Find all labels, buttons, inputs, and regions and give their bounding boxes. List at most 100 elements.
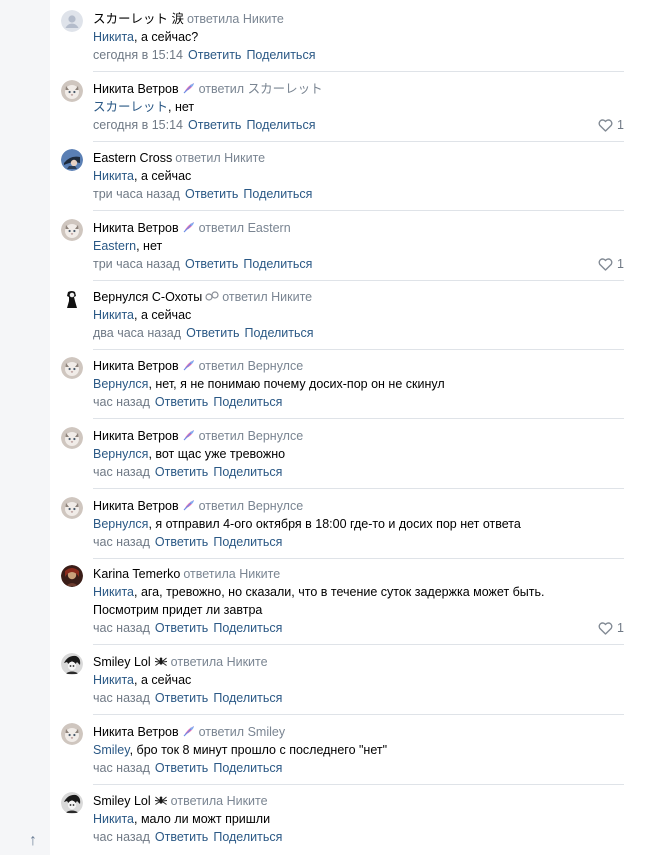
- reply-button[interactable]: Ответить: [186, 326, 239, 340]
- mention-link[interactable]: Никита: [93, 308, 134, 322]
- comment-timestamp[interactable]: три часа назад: [93, 187, 180, 201]
- mention-link[interactable]: Вернулся: [93, 517, 148, 531]
- share-button[interactable]: Поделиться: [213, 691, 282, 705]
- share-button[interactable]: Поделиться: [213, 395, 282, 409]
- comment-timestamp[interactable]: час назад: [93, 830, 150, 844]
- comment-meta: час назад Ответить Поделиться: [93, 759, 624, 777]
- comment-meta: час назад Ответить Поделиться: [93, 689, 624, 707]
- comment-author[interactable]: Никита Ветров: [93, 429, 179, 443]
- reply-target-link[interactable]: Никите: [243, 12, 284, 26]
- comment-author[interactable]: Karina Temerko: [93, 567, 180, 581]
- mention-link[interactable]: Никита: [93, 30, 134, 44]
- mention-link[interactable]: Вернулся: [93, 447, 148, 461]
- share-button[interactable]: Поделиться: [246, 48, 315, 62]
- reply-button[interactable]: Ответить: [185, 257, 238, 271]
- comment-author[interactable]: Вернулся С-Охоты: [93, 290, 202, 304]
- reply-button[interactable]: Ответить: [155, 830, 208, 844]
- comment-timestamp[interactable]: сегодня в 15:14: [93, 48, 183, 62]
- share-button[interactable]: Поделиться: [245, 326, 314, 340]
- comment-timestamp[interactable]: час назад: [93, 465, 150, 479]
- avatar-cat[interactable]: [61, 357, 83, 379]
- reply-target-link[interactable]: Никите: [224, 151, 265, 165]
- avatar-cat[interactable]: [61, 427, 83, 449]
- share-button[interactable]: Поделиться: [243, 257, 312, 271]
- reply-button[interactable]: Ответить: [188, 118, 241, 132]
- share-button[interactable]: Поделиться: [246, 118, 315, 132]
- comment-timestamp[interactable]: час назад: [93, 395, 150, 409]
- reply-action-label: ответил: [198, 221, 245, 235]
- comment-timestamp[interactable]: час назад: [93, 621, 150, 635]
- reply-button[interactable]: Ответить: [185, 187, 238, 201]
- mention-link[interactable]: Никита: [93, 585, 134, 599]
- share-button[interactable]: Поделиться: [213, 535, 282, 549]
- mention-link[interactable]: Никита: [93, 169, 134, 183]
- mention-link[interactable]: Smiley: [93, 743, 130, 757]
- comment-author[interactable]: スカーレット 涙: [93, 12, 184, 26]
- reply-target-link[interactable]: Вернулсе: [248, 499, 304, 513]
- comment-author[interactable]: Eastern Cross: [93, 151, 172, 165]
- reply-button[interactable]: Ответить: [155, 691, 208, 705]
- avatar-bw-figure[interactable]: [61, 288, 83, 310]
- comment-timestamp[interactable]: час назад: [93, 761, 150, 775]
- reply-target-link[interactable]: Smiley: [248, 725, 286, 739]
- avatar-anime-blue[interactable]: [61, 149, 83, 171]
- reply-action-label: ответил: [175, 151, 221, 165]
- comment-author[interactable]: Никита Ветров: [93, 499, 179, 513]
- reply-target-link[interactable]: Никите: [227, 655, 268, 669]
- mention-link[interactable]: スカーレット: [93, 100, 168, 114]
- avatar-cat[interactable]: [61, 497, 83, 519]
- avatar-dark-red[interactable]: [61, 565, 83, 587]
- share-button[interactable]: Поделиться: [243, 187, 312, 201]
- avatar-cat[interactable]: [61, 80, 83, 102]
- comment-author[interactable]: Никита Ветров: [93, 359, 179, 373]
- avatar-anime-bw[interactable]: [61, 792, 83, 814]
- avatar-anime-bw[interactable]: [61, 653, 83, 675]
- heart-icon: [598, 257, 617, 271]
- mention-link[interactable]: Eastern: [93, 239, 136, 253]
- mention-link[interactable]: Никита: [93, 673, 134, 687]
- like-button[interactable]: 1: [598, 619, 624, 637]
- reply-action-label: ответил: [198, 429, 245, 443]
- reply-target-link[interactable]: Вернулсе: [248, 429, 304, 443]
- reply-button[interactable]: Ответить: [155, 621, 208, 635]
- comment-meta: сегодня в 15:14 Ответить Поделиться: [93, 46, 624, 64]
- reply-button[interactable]: Ответить: [155, 395, 208, 409]
- comment-timestamp[interactable]: сегодня в 15:14: [93, 118, 183, 132]
- comment-author[interactable]: Smiley Lol: [93, 655, 151, 669]
- comment-author[interactable]: Никита Ветров: [93, 82, 179, 96]
- share-button[interactable]: Поделиться: [213, 465, 282, 479]
- feather-icon: [179, 359, 196, 373]
- reply-button[interactable]: Ответить: [188, 48, 241, 62]
- reply-target-link[interactable]: Никите: [271, 290, 312, 304]
- share-button[interactable]: Поделиться: [213, 621, 282, 635]
- like-button[interactable]: 1: [598, 255, 624, 273]
- reply-target-link[interactable]: Eastern: [248, 221, 291, 235]
- share-button[interactable]: Поделиться: [213, 830, 282, 844]
- comment-divider: [93, 210, 624, 211]
- comment-timestamp[interactable]: два часа назад: [93, 326, 181, 340]
- share-button[interactable]: Поделиться: [213, 761, 282, 775]
- mention-link[interactable]: Никита: [93, 812, 134, 826]
- avatar-cat[interactable]: [61, 219, 83, 241]
- comment-meta: три часа назад Ответить Поделиться: [93, 185, 624, 203]
- scroll-to-top-icon[interactable]: ↑: [22, 830, 44, 852]
- avatar-grey-default[interactable]: [61, 10, 83, 32]
- mention-link[interactable]: Вернулся: [93, 377, 148, 391]
- like-count: 1: [617, 257, 624, 271]
- comment-timestamp[interactable]: час назад: [93, 691, 150, 705]
- comment-author[interactable]: Никита Ветров: [93, 725, 179, 739]
- avatar-cat[interactable]: [61, 723, 83, 745]
- reply-button[interactable]: Ответить: [155, 535, 208, 549]
- like-button[interactable]: 1: [598, 116, 624, 134]
- reply-button[interactable]: Ответить: [155, 761, 208, 775]
- reply-target-link[interactable]: Никите: [227, 794, 268, 808]
- comment-meta: час назад Ответить Поделиться: [93, 463, 624, 481]
- reply-target-link[interactable]: スカーレット: [248, 82, 323, 96]
- reply-target-link[interactable]: Вернулсе: [248, 359, 304, 373]
- comment-timestamp[interactable]: три часа назад: [93, 257, 180, 271]
- comment-author[interactable]: Никита Ветров: [93, 221, 179, 235]
- reply-target-link[interactable]: Никите: [239, 567, 280, 581]
- reply-button[interactable]: Ответить: [155, 465, 208, 479]
- comment-author[interactable]: Smiley Lol: [93, 794, 151, 808]
- comment-timestamp[interactable]: час назад: [93, 535, 150, 549]
